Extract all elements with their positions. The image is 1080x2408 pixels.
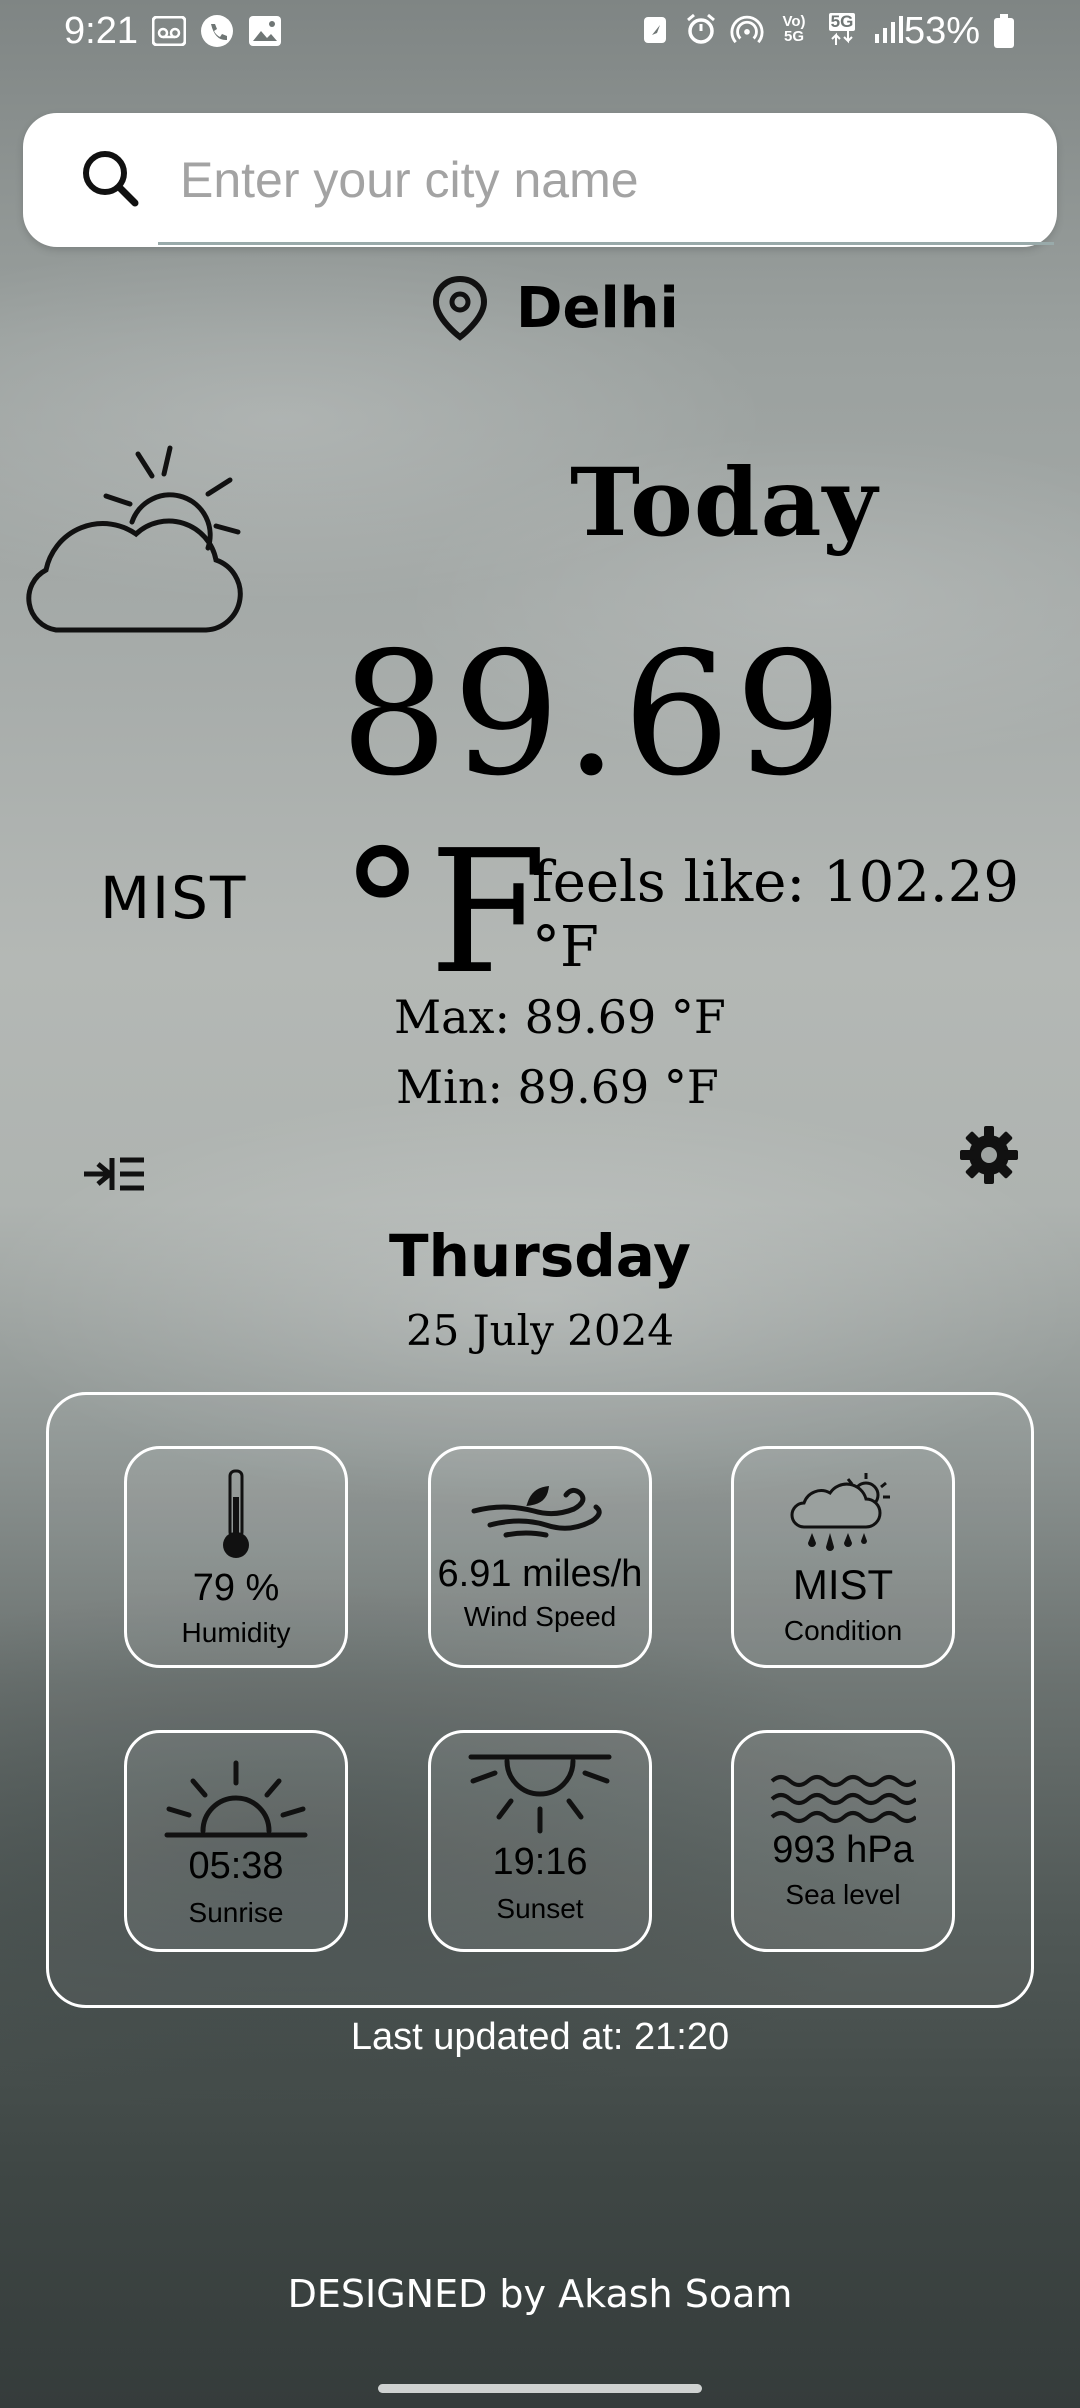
network-type: 5G — [828, 12, 856, 31]
sunrise-card: 05:38 Sunrise — [124, 1730, 348, 1952]
day-name: Thursday — [389, 1222, 691, 1290]
max-temperature: Max: 89.69 °F — [394, 990, 726, 1044]
min-temperature: Min: 89.69 °F — [396, 1060, 719, 1114]
today-label: Today — [570, 448, 879, 558]
last-updated: Last updated at: 21:20 — [350, 2016, 730, 2058]
wind-speed-label: Wind Speed — [463, 1601, 617, 1632]
status-system-icons: Vo) 5G 5G — [638, 12, 906, 46]
voicemail-icon — [152, 14, 186, 48]
cloud-sun-icon — [20, 440, 250, 640]
sunset-card: 19:16 Sunset — [428, 1730, 652, 1952]
thermometer-icon — [127, 1467, 345, 1561]
sunset-label: Sunset — [496, 1893, 584, 1924]
status-time: 9:21 — [64, 10, 138, 52]
status-bar: 9:21 Vo) 5G 5G 53% — [0, 0, 1080, 64]
battery-icon — [994, 14, 1014, 48]
volte-icon: Vo) 5G — [782, 13, 806, 45]
menu-toggle-icon[interactable] — [82, 1152, 146, 1196]
signal-icon — [872, 12, 906, 46]
cloud-rain-sun-icon — [734, 1471, 952, 1557]
location: Delhi — [430, 275, 679, 341]
condition-label: Condition — [783, 1615, 903, 1646]
wind-speed-card: 6.91 miles/h Wind Speed — [428, 1446, 652, 1668]
search-icon[interactable] — [80, 148, 140, 208]
weather-condition: MIST — [100, 864, 248, 932]
hotspot-icon — [730, 12, 764, 46]
status-notification-icons — [152, 14, 282, 48]
humidity-value: 79 % — [192, 1567, 280, 1609]
gesture-home-bar[interactable] — [378, 2384, 702, 2393]
sunrise-icon — [127, 1759, 345, 1839]
phone-app-icon — [200, 14, 234, 48]
network-5g-icon: 5G — [824, 12, 860, 46]
condition-value: MIST — [792, 1561, 894, 1608]
date: 25 July 2024 — [405, 1306, 675, 1355]
condition-card: MIST Condition — [731, 1446, 955, 1668]
city-search-input[interactable] — [180, 140, 1020, 220]
gallery-icon — [248, 14, 282, 48]
sea-level-value: 993 hPa — [772, 1829, 914, 1871]
sea-level-label: Sea level — [785, 1879, 901, 1910]
humidity-label: Humidity — [181, 1617, 291, 1648]
location-pin-icon — [430, 275, 490, 341]
wind-speed-value: 6.91 miles/h — [437, 1553, 643, 1595]
secure-folder-icon — [638, 12, 672, 46]
sunset-icon — [431, 1751, 649, 1835]
designer-credits: DESIGNED by Akash Soam — [287, 2272, 793, 2316]
battery-percent: 53% — [904, 10, 981, 52]
alarm-icon — [684, 12, 718, 46]
waves-icon — [734, 1773, 952, 1825]
sunrise-value: 05:38 — [188, 1845, 284, 1887]
city-name: Delhi — [516, 275, 679, 341]
search-underline — [158, 242, 1054, 245]
sunset-value: 19:16 — [492, 1841, 588, 1883]
sea-level-card: 993 hPa Sea level — [731, 1730, 955, 1952]
settings-gear-icon[interactable] — [956, 1122, 1022, 1188]
wind-icon — [431, 1485, 649, 1541]
humidity-card: 79 % Humidity — [124, 1446, 348, 1668]
feels-like: feels like: 102.29 °F — [532, 850, 1019, 980]
sunrise-label: Sunrise — [188, 1897, 284, 1928]
